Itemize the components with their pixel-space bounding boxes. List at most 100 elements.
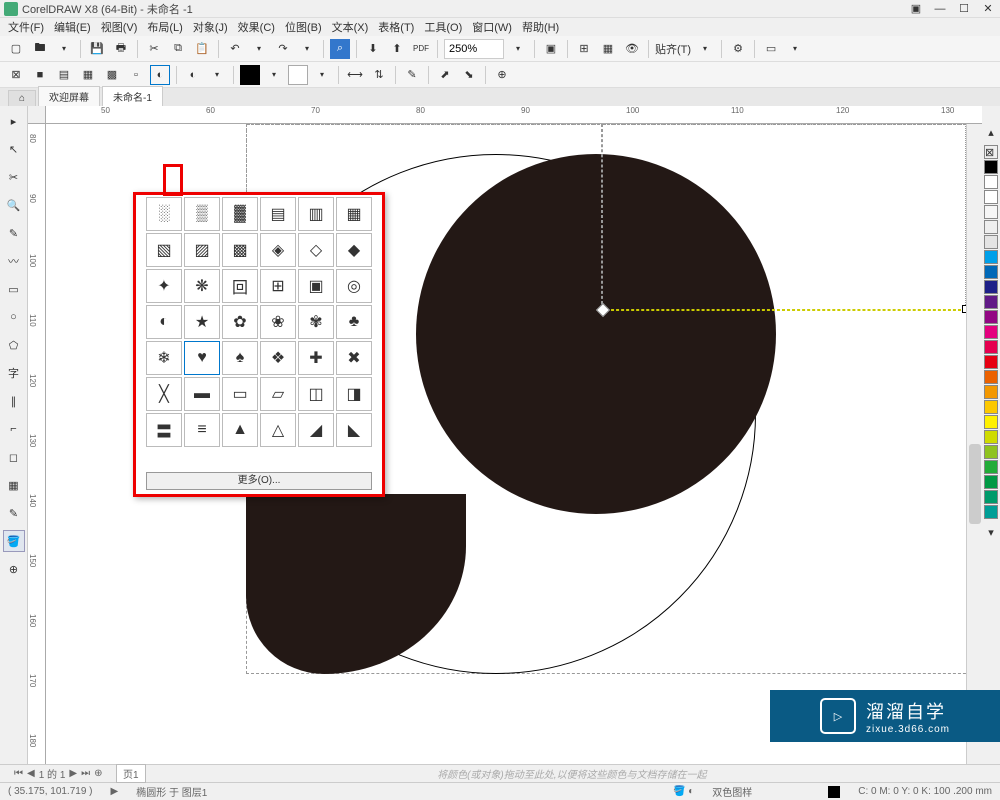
menu-table[interactable]: 表格(T) (376, 19, 416, 35)
pattern-swatch[interactable]: ▣ (298, 269, 334, 303)
shape-tool[interactable]: ↖ (3, 138, 25, 160)
menu-tools[interactable]: 工具(O) (422, 19, 464, 35)
color-swatch[interactable] (984, 235, 998, 249)
zoom-input[interactable] (444, 39, 504, 59)
tab-document[interactable]: 未命名-1 (102, 86, 163, 106)
ruler-corner[interactable] (28, 106, 46, 124)
nav-last-icon[interactable]: ⏭ (81, 768, 90, 779)
pattern-swatch[interactable]: ♠ (222, 341, 258, 375)
fill-texture-button[interactable]: ▩ (102, 65, 122, 85)
fill-uniform-button[interactable]: ■ (30, 65, 50, 85)
pdf-button[interactable]: PDF (411, 39, 431, 59)
grid-button[interactable]: ▦ (598, 39, 618, 59)
rectangle-tool[interactable]: ▭ (3, 278, 25, 300)
color-swatch[interactable] (984, 325, 998, 339)
pattern-more-button[interactable]: 更多(O)... (146, 472, 372, 490)
stroke-swatch[interactable] (828, 786, 840, 798)
color-swatch[interactable] (984, 340, 998, 354)
minimize-button[interactable]: — (932, 2, 948, 16)
pattern-swatch[interactable]: ◈ (260, 233, 296, 267)
redo-button[interactable]: ↷ (273, 39, 293, 59)
pattern-swatch[interactable]: ▓ (222, 197, 258, 231)
pattern-swatch[interactable]: ≡ (184, 413, 220, 447)
pattern-swatch[interactable]: ▬ (184, 377, 220, 411)
pattern-swatch[interactable]: ▨ (184, 233, 220, 267)
color-swatch[interactable] (984, 160, 998, 174)
connector-tool[interactable]: ⌐ (3, 418, 25, 440)
export-button[interactable]: ⬆ (387, 39, 407, 59)
pattern-swatch[interactable]: ❀ (260, 305, 296, 339)
nav-next-icon[interactable]: ▶ (69, 768, 77, 779)
menu-layout[interactable]: 布局(L) (145, 19, 184, 35)
pattern-swatch[interactable]: ❋ (184, 269, 220, 303)
fullscreen-button[interactable]: ▣ (541, 39, 561, 59)
pattern-swatch[interactable]: ◫ (298, 377, 334, 411)
import-button[interactable]: ⬇ (363, 39, 383, 59)
menu-edit[interactable]: 编辑(E) (52, 19, 93, 35)
scrollbar-thumb[interactable] (969, 444, 981, 524)
paste-button[interactable]: 📋 (192, 39, 212, 59)
palette-up-icon[interactable]: ▴ (988, 126, 994, 139)
fill-none-button[interactable]: ⊠ (6, 65, 26, 85)
freehand-tool[interactable]: ✎ (3, 222, 25, 244)
crop-tool[interactable]: ✂ (3, 166, 25, 188)
menu-effects[interactable]: 效果(C) (236, 19, 277, 35)
parallel-tool[interactable]: ∥ (3, 390, 25, 412)
zoom-tool[interactable]: 🔍 (3, 194, 25, 216)
color-swatch[interactable] (984, 370, 998, 384)
color-swatch[interactable] (984, 385, 998, 399)
pattern-swatch[interactable]: ⊞ (260, 269, 296, 303)
color-swatch[interactable] (984, 280, 998, 294)
ruler-button[interactable]: ⊞ (574, 39, 594, 59)
menu-bitmap[interactable]: 位图(B) (283, 19, 324, 35)
menu-view[interactable]: 视图(V) (99, 19, 140, 35)
pattern-swatch[interactable]: ▒ (184, 197, 220, 231)
edit-fill-button[interactable]: ✎ (402, 65, 422, 85)
ellipse-tool[interactable]: ○ (3, 306, 25, 328)
color-swatch[interactable] (984, 220, 998, 234)
pattern-swatch[interactable]: ◣ (336, 413, 372, 447)
color-swatch[interactable] (984, 400, 998, 414)
pattern-swatch[interactable]: ▩ (222, 233, 258, 267)
launch-dropdown[interactable]: ▾ (785, 39, 805, 59)
color-swatch[interactable] (984, 415, 998, 429)
copy-fill-button[interactable]: ⬈ (435, 65, 455, 85)
pattern-swatch[interactable]: ✖ (336, 341, 372, 375)
color-swatch[interactable] (984, 265, 998, 279)
polygon-tool[interactable]: ⬠ (3, 334, 25, 356)
color-swatch[interactable] (984, 355, 998, 369)
pattern-swatch[interactable]: ◢ (298, 413, 334, 447)
menu-help[interactable]: 帮助(H) (520, 19, 561, 35)
launch-button[interactable]: ▭ (761, 39, 781, 59)
pattern-swatch[interactable]: ◐ (146, 305, 182, 339)
redo-dropdown[interactable]: ▾ (297, 39, 317, 59)
help-icon[interactable]: ▣ (908, 2, 924, 16)
cut-button[interactable]: ✂ (144, 39, 164, 59)
page-tab[interactable]: 页1 (116, 764, 146, 783)
snap-dropdown[interactable]: ▾ (695, 39, 715, 59)
add-page-icon[interactable]: ⊕ (94, 768, 102, 779)
tab-home[interactable]: ⌂ (8, 90, 36, 106)
pattern-picker-button[interactable]: ◐ (183, 65, 203, 85)
pattern-swatch[interactable]: ▥ (298, 197, 334, 231)
add-button[interactable]: ⊕ (492, 65, 512, 85)
front-color-dropdown[interactable]: ▾ (264, 65, 284, 85)
dropshadow-tool[interactable]: ◻ (3, 446, 25, 468)
pattern-swatch[interactable]: ╳ (146, 377, 182, 411)
menu-window[interactable]: 窗口(W) (470, 19, 514, 35)
color-swatch[interactable] (984, 310, 998, 324)
eyedropper-tool[interactable]: ✎ (3, 502, 25, 524)
zoom-dropdown[interactable]: ▾ (508, 39, 528, 59)
pattern-swatch[interactable]: ♣ (336, 305, 372, 339)
pattern-swatch[interactable]: ▱ (260, 377, 296, 411)
tab-welcome[interactable]: 欢迎屏幕 (38, 86, 100, 106)
pattern-swatch[interactable]: ▭ (222, 377, 258, 411)
color-swatch[interactable] (984, 295, 998, 309)
open-button[interactable]: 🖿 (30, 39, 50, 59)
back-color-button[interactable] (288, 65, 308, 85)
color-swatch[interactable] (984, 505, 998, 519)
nav-prev-icon[interactable]: ◀ (27, 768, 35, 779)
nav-first-icon[interactable]: ⏮ (14, 768, 23, 779)
pattern-swatch[interactable]: ★ (184, 305, 220, 339)
pattern-swatch[interactable]: ◨ (336, 377, 372, 411)
